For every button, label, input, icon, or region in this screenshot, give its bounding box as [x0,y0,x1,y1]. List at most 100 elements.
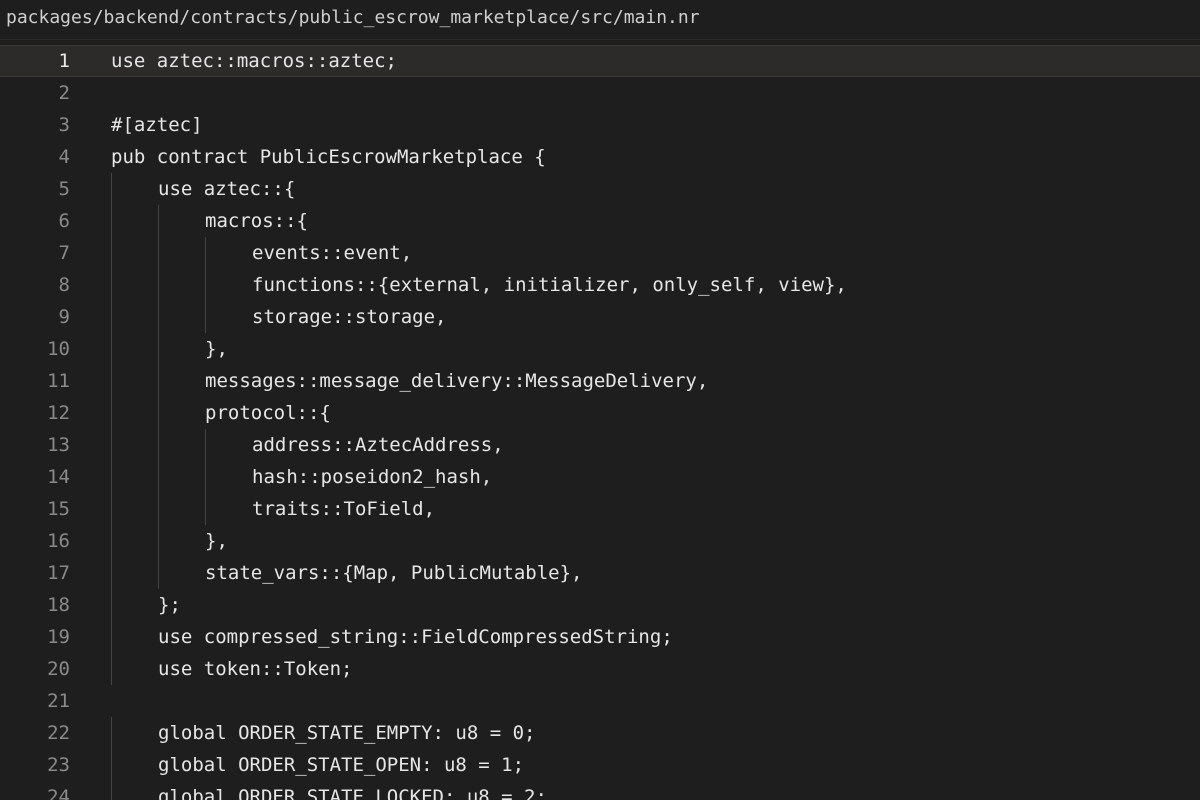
indent-guide [158,429,159,461]
code-line[interactable]: 6 macros::{ [0,205,1200,237]
line-number: 7 [58,242,70,264]
file-path-bar: packages/backend/contracts/public_escrow… [0,0,1200,40]
line-number: 12 [47,402,70,424]
line-number: 1 [58,50,70,72]
indent-guide [111,589,112,621]
line-number: 13 [47,434,70,456]
line-number: 17 [47,562,70,584]
indent-guide [111,461,112,493]
line-number: 20 [47,658,70,680]
indent-guide [111,365,112,397]
code-line[interactable]: 2 [0,77,1200,109]
indent-guide [158,461,159,493]
line-number: 11 [47,370,70,392]
code-text: global ORDER_STATE_LOCKED: u8 = 2; [158,786,547,800]
line-number: 19 [47,626,70,648]
indent-guide [158,365,159,397]
indent-guide [205,237,206,269]
code-text: }, [205,530,228,552]
code-line[interactable]: 14 hash::poseidon2_hash, [0,461,1200,493]
line-number: 16 [47,530,70,552]
code-line[interactable]: 19 use compressed_string::FieldCompressed… [0,621,1200,653]
code-text: pub contract PublicEscrowMarketplace { [111,146,546,168]
indent-guide [158,237,159,269]
indent-guide [111,269,112,301]
line-number: 18 [47,594,70,616]
line-number: 24 [47,786,70,800]
indent-guide [111,525,112,557]
line-number: 2 [58,82,70,104]
indent-guide [158,557,159,589]
line-number: 3 [58,114,70,136]
code-text: use token::Token; [158,658,353,680]
line-number: 5 [58,178,70,200]
indent-guide [205,429,206,461]
code-text: events::event, [252,242,413,264]
line-number: 10 [47,338,70,360]
indent-guide [158,205,159,237]
code-text: use aztec::{ [158,178,296,200]
code-line[interactable]: 1 use aztec::macros::aztec; [0,45,1200,77]
code-line[interactable]: 7 events::event, [0,237,1200,269]
code-line[interactable]: 17 state_vars::{Map, PublicMutable}, [0,557,1200,589]
code-line[interactable]: 23 global ORDER_STATE_OPEN: u8 = 1; [0,749,1200,781]
code-line[interactable]: 9 storage::storage, [0,301,1200,333]
indent-guide [205,301,206,333]
code-line[interactable]: 18}; [0,589,1200,621]
code-text: #[aztec] [111,114,203,136]
code-editor[interactable]: 1 use aztec::macros::aztec; 2 3 #[aztec] 4 pub… [0,45,1200,800]
indent-guide [111,749,112,781]
code-text: use compressed_string::FieldCompressedSt… [158,626,673,648]
code-line[interactable]: 3 #[aztec] [0,109,1200,141]
code-line[interactable]: 10}, [0,333,1200,365]
code-line[interactable]: 8 functions::{external, initializer, only… [0,269,1200,301]
code-text: protocol::{ [205,402,331,424]
indent-guide [158,333,159,365]
indent-guide [158,525,159,557]
code-line[interactable]: 11 messages::message_delivery::MessageDel… [0,365,1200,397]
indent-guide [158,269,159,301]
code-text: address::AztecAddress, [252,434,504,456]
code-line[interactable]: 4 pub contract PublicEscrowMarketplace { [0,141,1200,173]
code-line[interactable]: 21 [0,685,1200,717]
indent-guide [158,493,159,525]
indent-guide [111,493,112,525]
indent-guide [111,557,112,589]
code-line[interactable]: 22 global ORDER_STATE_EMPTY: u8 = 0; [0,717,1200,749]
code-line[interactable]: 13 address::AztecAddress, [0,429,1200,461]
line-number: 8 [58,274,70,296]
line-number: 23 [47,754,70,776]
breadcrumb[interactable]: packages/backend/contracts/public_escrow… [6,6,700,30]
indent-guide [111,429,112,461]
code-text: }; [158,594,181,616]
indent-guide [158,397,159,429]
code-text: macros::{ [205,210,308,232]
indent-guide [111,333,112,365]
indent-guide [205,269,206,301]
indent-guide [205,493,206,525]
code-line[interactable]: 5 use aztec::{ [0,173,1200,205]
indent-guide [111,653,112,685]
code-text: messages::message_delivery::MessageDeliv… [205,370,709,392]
line-number: 9 [58,306,70,328]
code-text: traits::ToField, [252,498,436,520]
code-line[interactable]: 24 global ORDER_STATE_LOCKED: u8 = 2; [0,781,1200,800]
line-number: 21 [47,690,70,712]
code-line[interactable]: 12 protocol::{ [0,397,1200,429]
code-line[interactable]: 16}, [0,525,1200,557]
code-text: hash::poseidon2_hash, [252,466,493,488]
indent-guide [158,301,159,333]
code-text: use aztec::macros::aztec; [111,50,397,72]
indent-guide [111,173,112,205]
line-number: 4 [58,146,70,168]
code-line[interactable]: 15 traits::ToField, [0,493,1200,525]
line-number: 15 [47,498,70,520]
code-text: state_vars::{Map, PublicMutable}, [205,562,583,584]
code-text: global ORDER_STATE_EMPTY: u8 = 0; [158,722,536,744]
indent-guide [111,205,112,237]
indent-guide [205,461,206,493]
code-line[interactable]: 20 use token::Token; [0,653,1200,685]
line-number: 14 [47,466,70,488]
indent-guide [111,397,112,429]
indent-guide [111,237,112,269]
